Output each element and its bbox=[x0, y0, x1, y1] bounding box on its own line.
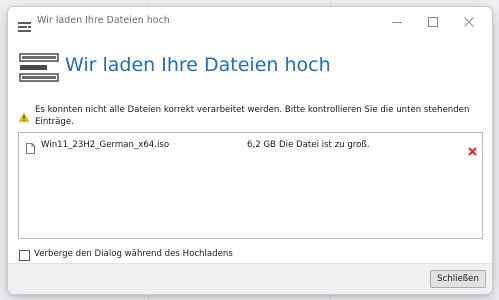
document-icon bbox=[26, 139, 35, 154]
dialog-footer: Schließen bbox=[8, 263, 492, 294]
page-title: Wir laden Ihre Dateien hoch bbox=[65, 54, 331, 76]
warning-message: Es konnten nicht alle Dateien korrekt ve… bbox=[35, 105, 470, 127]
title-bar[interactable]: Wir laden Ihre Dateien hoch bbox=[8, 7, 492, 37]
list-item[interactable]: Win11_23H2_German_x64.iso 6,2 GB Die Dat… bbox=[19, 133, 482, 156]
warning-triangle-icon bbox=[18, 107, 30, 123]
minimize-button[interactable] bbox=[380, 7, 414, 37]
remove-file-button[interactable] bbox=[468, 141, 477, 156]
file-list[interactable]: Win11_23H2_German_x64.iso 6,2 GB Die Dat… bbox=[18, 132, 483, 239]
file-size: 6,2 GB bbox=[247, 140, 276, 150]
close-icon bbox=[464, 17, 474, 27]
upload-dialog: Wir laden Ihre Dateien hoch Wir laden Ih… bbox=[7, 6, 493, 295]
red-x-icon bbox=[468, 147, 477, 156]
window-title: Wir laden Ihre Dateien hoch bbox=[37, 15, 170, 26]
hide-dialog-checkbox[interactable] bbox=[19, 250, 30, 261]
window-close-button[interactable] bbox=[452, 7, 486, 37]
upload-list-icon bbox=[18, 17, 31, 32]
maximize-button[interactable] bbox=[416, 7, 450, 37]
minimize-icon bbox=[392, 22, 402, 23]
file-name: Win11_23H2_German_x64.iso bbox=[41, 140, 170, 150]
upload-list-icon bbox=[19, 53, 59, 83]
maximize-icon bbox=[428, 17, 438, 27]
file-status: Die Datei ist zu groß. bbox=[279, 140, 370, 150]
hide-dialog-label[interactable]: Verberge den Dialog während des Hochlade… bbox=[34, 249, 233, 259]
close-button[interactable]: Schließen bbox=[430, 270, 486, 288]
